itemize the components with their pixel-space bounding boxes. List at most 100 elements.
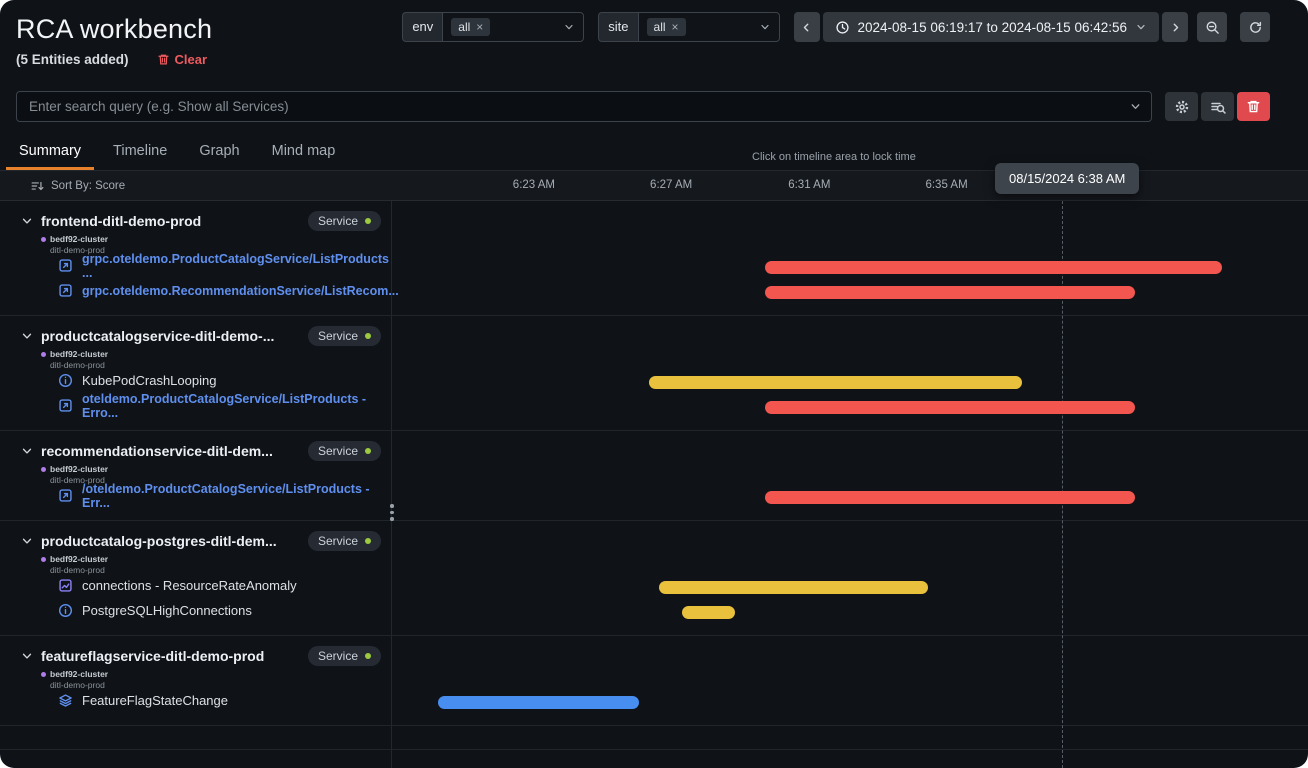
entity-type-badge: Service: [308, 646, 381, 666]
tab-graph[interactable]: Graph: [186, 137, 252, 170]
site-filter-chip: all ×: [647, 18, 686, 36]
event-label: /oteldemo.ProductCatalogService/ListProd…: [82, 482, 391, 510]
search-query-input[interactable]: [17, 92, 1151, 121]
cluster-name: bedf92-cluster: [50, 234, 108, 244]
tab-timeline[interactable]: Timeline: [100, 137, 180, 170]
saved-search-button[interactable]: [1201, 92, 1234, 121]
timeline-bar[interactable]: [765, 286, 1135, 299]
entity-event-row[interactable]: /oteldemo.ProductCatalogService/ListProd…: [0, 483, 391, 508]
entity-event-row[interactable]: oteldemo.ProductCatalogService/ListProdu…: [0, 393, 391, 418]
top-bar: RCA workbench (5 Entities added) Clear e…: [0, 0, 1308, 69]
status-dot: [365, 448, 371, 454]
clear-button[interactable]: Clear: [157, 52, 208, 67]
entity-event-row[interactable]: FeatureFlagStateChange: [0, 688, 391, 713]
entities-added-count: (5 Entities added): [16, 52, 129, 67]
bar-row: [392, 690, 1308, 715]
timeline-bar[interactable]: [765, 261, 1222, 274]
sort-icon: [30, 179, 44, 193]
entity-type-badge: Service: [308, 531, 381, 551]
cluster-dot: [41, 467, 46, 472]
tab-mind-map[interactable]: Mind map: [259, 137, 349, 170]
time-forward-button[interactable]: [1162, 12, 1188, 42]
env-filter-chip: all ×: [451, 18, 490, 36]
timeline-bar[interactable]: [438, 696, 640, 709]
gear-icon: [1174, 99, 1190, 115]
cluster-name: bedf92-cluster: [50, 669, 108, 679]
time-tick-label: 6:23 AM: [513, 179, 555, 191]
entity-type-badge: Service: [308, 441, 381, 461]
entity-type-badge: Service: [308, 211, 381, 231]
entity-header[interactable]: productcatalogservice-ditl-demo-...Servi…: [0, 324, 391, 368]
time-tick-label: 6:35 AM: [925, 179, 967, 191]
env-filter-select[interactable]: all ×: [442, 12, 584, 42]
bar-row: [392, 255, 1308, 280]
env-filter-label: env: [402, 12, 442, 42]
bar-row: [392, 485, 1308, 510]
info-icon: [58, 373, 73, 388]
timeline-bar[interactable]: [649, 376, 1022, 389]
namespace-name: ditl-demo-prod: [50, 680, 381, 690]
cluster-dot: [41, 352, 46, 357]
tab-summary[interactable]: Summary: [6, 137, 94, 170]
time-axis[interactable]: 6:23 AM6:27 AM6:31 AM6:35 AM: [393, 171, 1308, 200]
timeline-bar[interactable]: [682, 606, 735, 619]
event-label: connections - ResourceRateAnomaly: [82, 578, 297, 593]
trash-icon: [1246, 99, 1261, 114]
search-box: [16, 91, 1152, 122]
cluster-name: bedf92-cluster: [50, 349, 108, 359]
chip-remove-icon[interactable]: ×: [476, 21, 483, 33]
delete-workbench-button[interactable]: [1237, 92, 1270, 121]
bar-row: [392, 280, 1308, 305]
chevron-down-icon: [20, 534, 34, 548]
entity-header[interactable]: productcatalog-postgres-ditl-dem...Servi…: [0, 529, 391, 573]
timeline-body: frontend-ditl-demo-prod Service bedf92-clu…: [0, 201, 1308, 768]
settings-button[interactable]: [1165, 92, 1198, 121]
entity-name: featureflagservice-ditl-demo-prod: [41, 648, 264, 664]
env-filter-value: all: [458, 20, 470, 34]
entity-event-row[interactable]: grpc.oteldemo.ProductCatalogService/List…: [0, 253, 391, 278]
site-filter: site all ×: [598, 12, 779, 42]
timeline-bar[interactable]: [765, 401, 1135, 414]
chevron-down-icon: [20, 214, 34, 228]
event-label: FeatureFlagStateChange: [82, 693, 228, 708]
sort-by-control[interactable]: Sort By: Score: [30, 179, 125, 193]
chip-remove-icon[interactable]: ×: [672, 21, 679, 33]
endpoint-icon: [58, 488, 73, 503]
entity-group: productcatalogservice-ditl-demo-...Servi…: [0, 316, 1308, 431]
filler-row: [0, 726, 1308, 750]
event-label: grpc.oteldemo.RecommendationService/List…: [82, 284, 399, 298]
clear-label: Clear: [175, 52, 208, 67]
chevron-down-icon: [20, 329, 34, 343]
info-icon: [58, 603, 73, 618]
time-back-button[interactable]: [794, 12, 820, 42]
entity-header[interactable]: featureflagservice-ditl-demo-prod Service…: [0, 644, 391, 688]
timeline-bar[interactable]: [659, 581, 927, 594]
cluster-name: bedf92-cluster: [50, 464, 108, 474]
namespace-name: ditl-demo-prod: [50, 565, 381, 575]
time-controls: 2024-08-15 06:19:17 to 2024-08-15 06:42:…: [794, 12, 1270, 42]
status-dot: [365, 653, 371, 659]
timeline-bar[interactable]: [765, 491, 1135, 504]
site-filter-select[interactable]: all ×: [638, 12, 780, 42]
entity-group: featureflagservice-ditl-demo-prod Service…: [0, 636, 1308, 726]
entity-header[interactable]: recommendationservice-ditl-dem...Service…: [0, 439, 391, 483]
filler-row: [0, 750, 1308, 768]
entity-header[interactable]: frontend-ditl-demo-prod Service bedf92-clu…: [0, 209, 391, 253]
entity-event-row[interactable]: KubePodCrashLooping: [0, 368, 391, 393]
refresh-button[interactable]: [1240, 12, 1270, 42]
entity-event-row[interactable]: grpc.oteldemo.RecommendationService/List…: [0, 278, 391, 303]
entity-name: frontend-ditl-demo-prod: [41, 213, 201, 229]
entity-event-row[interactable]: PostgreSQLHighConnections: [0, 598, 391, 623]
chevron-down-icon[interactable]: [1129, 100, 1142, 113]
endpoint-icon: [58, 258, 73, 273]
zoom-out-button[interactable]: [1197, 12, 1227, 42]
chevron-down-icon: [20, 649, 34, 663]
panel-resize-handle[interactable]: [386, 500, 398, 525]
cluster-dot: [41, 557, 46, 562]
status-dot: [365, 538, 371, 544]
chevron-down-icon: [20, 444, 34, 458]
entity-name: productcatalogservice-ditl-demo-...: [41, 328, 274, 344]
entity-event-row[interactable]: connections - ResourceRateAnomaly: [0, 573, 391, 598]
time-range-picker[interactable]: 2024-08-15 06:19:17 to 2024-08-15 06:42:…: [823, 12, 1159, 42]
event-label: grpc.oteldemo.ProductCatalogService/List…: [82, 252, 391, 280]
